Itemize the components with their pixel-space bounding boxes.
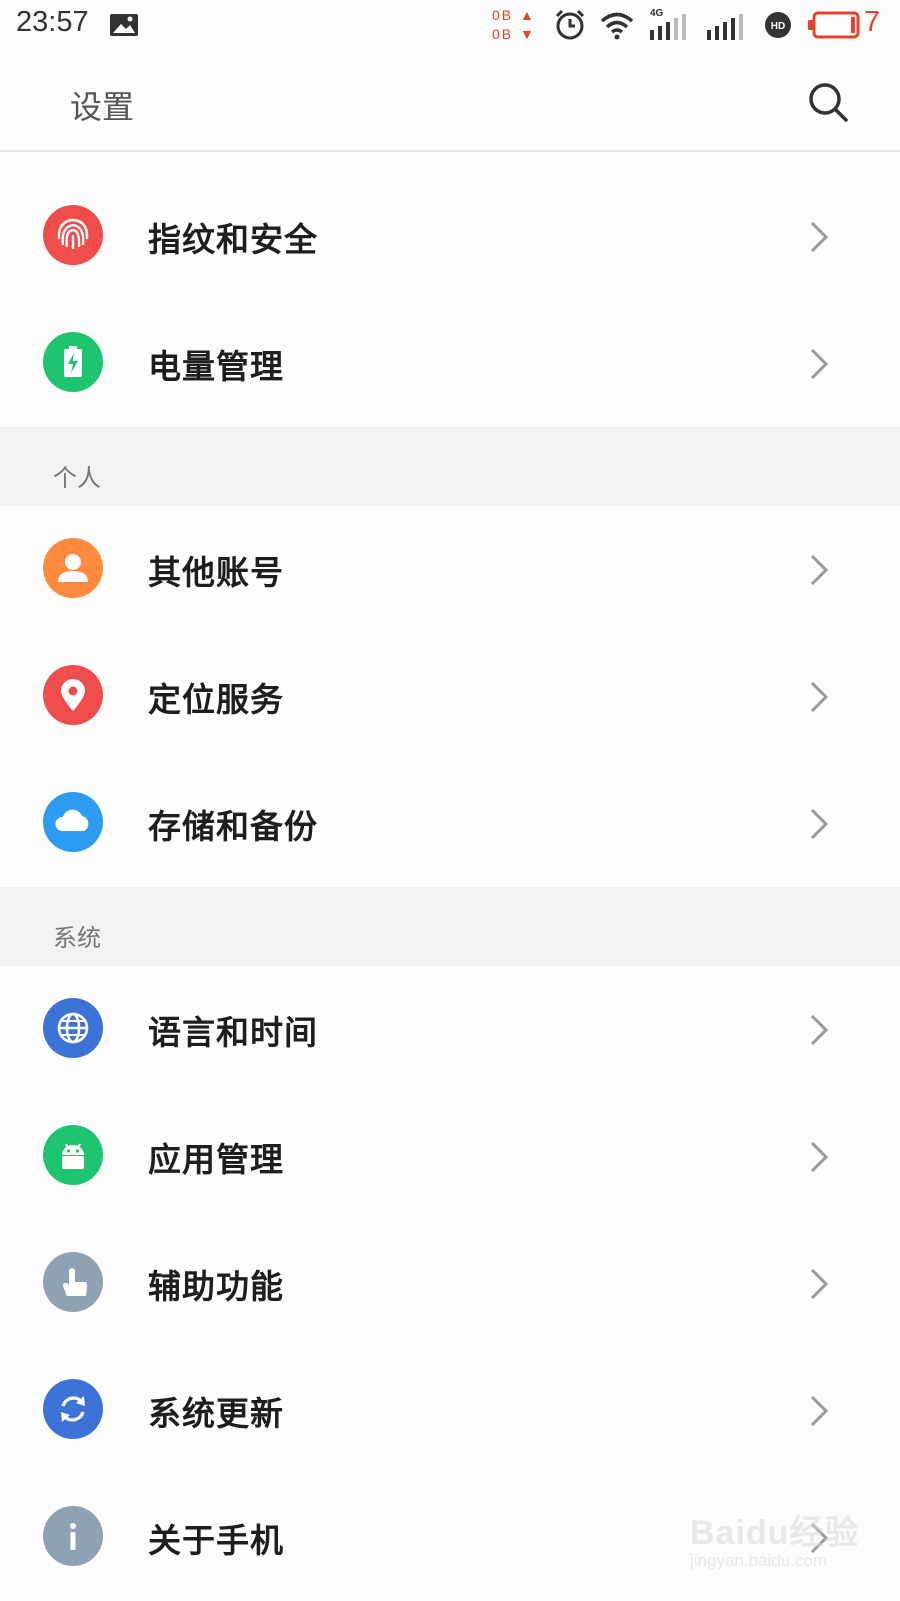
- watermark: Baidu经验 jingyan.baidu.com: [690, 1505, 860, 1585]
- signal-4g-icon: 4G: [648, 8, 690, 40]
- chevron-right-icon: [810, 1268, 829, 1300]
- fingerprint-icon: [43, 205, 103, 265]
- signal-icon: [707, 14, 743, 40]
- location-pin-icon: [43, 665, 103, 725]
- chevron-right-icon: [810, 348, 829, 380]
- chevron-right-icon: [810, 1141, 829, 1173]
- settings-item-fingerprint-security[interactable]: 指纹和安全: [0, 173, 900, 300]
- settings-item-label: 辅助功能: [148, 1267, 284, 1306]
- search-icon[interactable]: [806, 80, 850, 124]
- wifi-icon: [600, 12, 634, 40]
- upload-arrow-icon: ▲: [520, 7, 536, 23]
- chevron-right-icon: [810, 808, 829, 840]
- hand-pointer-icon: [43, 1252, 103, 1312]
- settings-item-accessibility[interactable]: 辅助功能: [0, 1220, 900, 1347]
- settings-item-app-management[interactable]: 应用管理: [0, 1093, 900, 1220]
- settings-item-language-time[interactable]: 语言和时间: [0, 966, 900, 1093]
- page-title: 设置: [70, 88, 135, 126]
- globe-icon: [43, 998, 103, 1058]
- settings-item-other-accounts[interactable]: 其他账号: [0, 506, 900, 633]
- hd-voice-icon: HD: [765, 12, 791, 38]
- settings-item-system-update[interactable]: 系统更新: [0, 1347, 900, 1474]
- settings-item-label: 电量管理: [148, 347, 284, 386]
- settings-item-label: 定位服务: [148, 680, 284, 719]
- app-header: 设置: [0, 52, 900, 152]
- chevron-right-icon: [810, 221, 829, 253]
- refresh-icon: [43, 1379, 103, 1439]
- chevron-right-icon: [810, 1014, 829, 1046]
- alarm-icon: [555, 9, 585, 40]
- settings-item-label: 其他账号: [148, 553, 284, 592]
- battery-level: 7: [864, 6, 881, 38]
- battery-low-icon: [808, 11, 860, 39]
- settings-item-label: 关于手机: [148, 1521, 284, 1560]
- data-traffic-indicator: 0B ▲ 0B ▼: [492, 6, 540, 46]
- info-icon: [43, 1506, 103, 1566]
- settings-item-label: 应用管理: [148, 1140, 284, 1179]
- settings-item-label: 语言和时间: [148, 1013, 318, 1052]
- chevron-right-icon: [810, 681, 829, 713]
- person-icon: [43, 538, 103, 598]
- settings-list: 指纹和安全 电量管理 个人 其他账号 定位服务 存储和备份 系统 语言和时间 应…: [0, 152, 900, 1601]
- section-header-label: 个人: [53, 464, 101, 492]
- data-down-value: 0B: [492, 26, 514, 42]
- image-notification-icon: [110, 14, 138, 36]
- download-arrow-icon: ▼: [520, 26, 536, 42]
- chevron-right-icon: [810, 1395, 829, 1427]
- chevron-right-icon: [810, 554, 829, 586]
- data-up-value: 0B: [492, 7, 514, 23]
- settings-item-label: 系统更新: [148, 1394, 284, 1433]
- svg-text:HD: HD: [771, 21, 785, 32]
- watermark-brand: Baidu经验: [690, 1514, 860, 1552]
- cloud-icon: [43, 792, 103, 852]
- settings-item-label: 存储和备份: [148, 807, 318, 846]
- android-icon: [43, 1125, 103, 1185]
- settings-item-storage-backup[interactable]: 存储和备份: [0, 760, 900, 887]
- settings-item-battery-management[interactable]: 电量管理: [0, 300, 900, 427]
- watermark-url: jingyan.baidu.com: [690, 1551, 828, 1570]
- settings-item-location-services[interactable]: 定位服务: [0, 633, 900, 760]
- section-header-label: 系统: [53, 924, 101, 952]
- status-bar: 23:57 0B ▲ 0B ▼ 4G HD 7: [0, 0, 900, 52]
- settings-item-label: 指纹和安全: [148, 220, 318, 259]
- section-header-personal: 个人: [0, 427, 900, 506]
- status-time: 23:57: [16, 6, 89, 38]
- section-header-system: 系统: [0, 887, 900, 966]
- battery-icon: [43, 332, 103, 392]
